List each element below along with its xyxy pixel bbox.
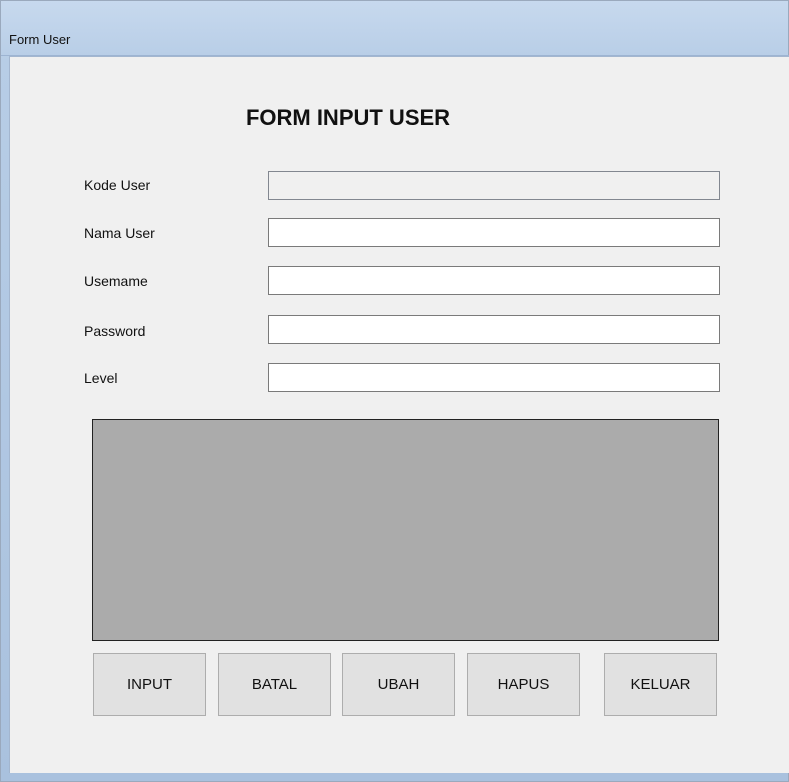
user-data-grid[interactable] xyxy=(92,419,719,641)
level-label: Level xyxy=(84,370,118,386)
app-window: Form User FORM INPUT USER Kode User Nama… xyxy=(0,0,789,782)
kode-user-label: Kode User xyxy=(84,177,151,193)
password-label: Password xyxy=(84,323,146,339)
kode-user-field[interactable] xyxy=(268,171,720,200)
title-bar[interactable]: Form User xyxy=(1,1,789,56)
level-field[interactable] xyxy=(268,363,720,392)
keluar-button[interactable]: KELUAR xyxy=(604,653,717,716)
hapus-button[interactable]: HAPUS xyxy=(467,653,580,716)
username-field[interactable] xyxy=(268,266,720,295)
password-field[interactable] xyxy=(268,315,720,344)
input-button[interactable]: INPUT xyxy=(93,653,206,716)
username-label: Usemame xyxy=(84,273,148,289)
form-client-area: FORM INPUT USER Kode User Nama User Usem… xyxy=(9,56,789,773)
ubah-button[interactable]: UBAH xyxy=(342,653,455,716)
nama-user-field[interactable] xyxy=(268,218,720,247)
form-heading: FORM INPUT USER xyxy=(245,105,451,130)
window-title: Form User xyxy=(9,32,71,47)
nama-user-label: Nama User xyxy=(84,225,155,241)
batal-button[interactable]: BATAL xyxy=(218,653,331,716)
